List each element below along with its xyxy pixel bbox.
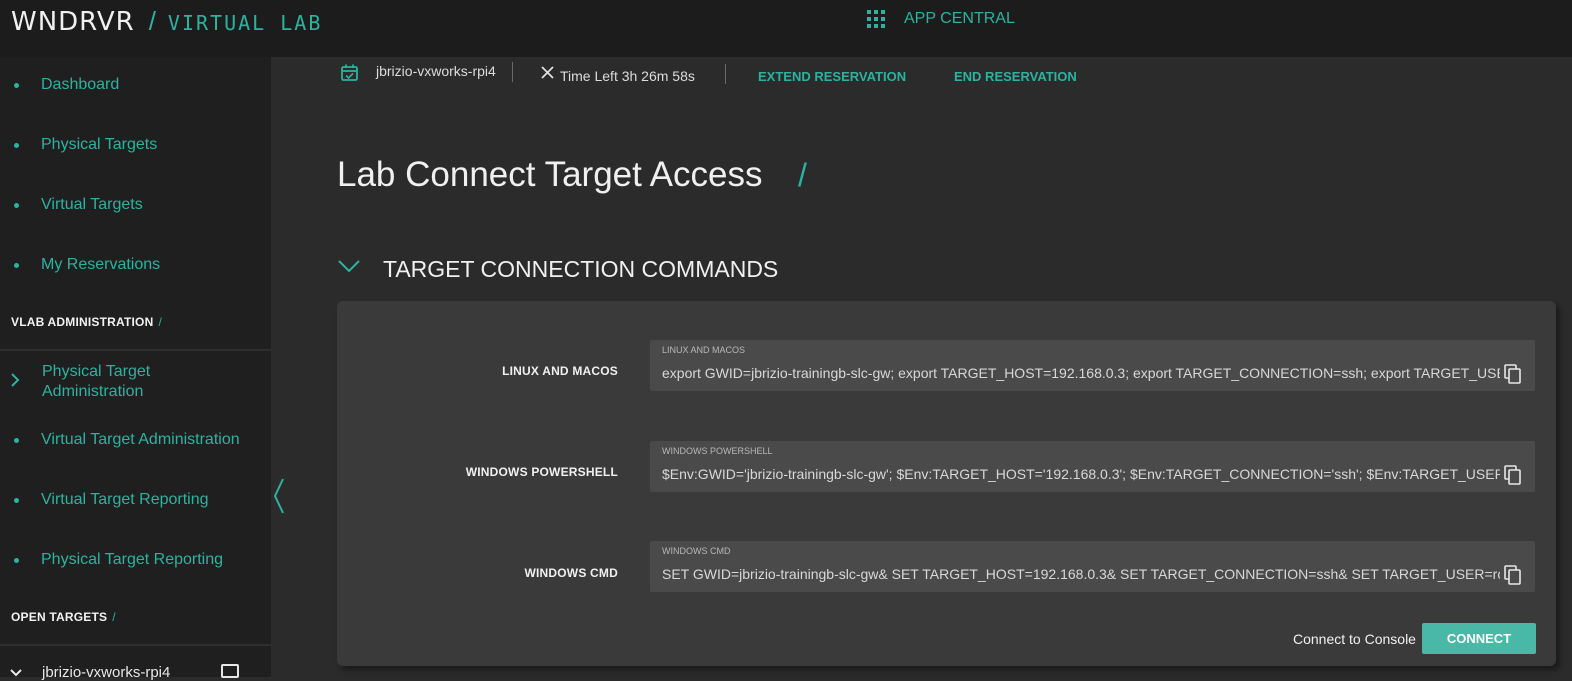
command-field-caption: WINDOWS CMD: [662, 546, 731, 556]
sidebar-item-dashboard[interactable]: Dashboard: [0, 65, 271, 105]
bullet-icon: [14, 437, 19, 443]
page-title-slash: /: [798, 157, 807, 193]
section-header-vlab-administration: VLAB ADMINISTRATION /: [11, 315, 162, 329]
brand-subtitle: VIRTUAL LAB: [167, 11, 323, 35]
sidebar-item-label: Virtual Target Administration: [41, 431, 240, 448]
command-field-caption: WINDOWS POWERSHELL: [662, 446, 773, 456]
sidebar-item-physical-target-administration[interactable]: Physical Target Administration: [0, 358, 271, 404]
brand-logo: WNDRVR: [11, 7, 135, 37]
time-left-text: Time Left 3h 26m 58s: [560, 68, 695, 84]
sidebar-item-label: Dashboard: [41, 76, 120, 93]
sidebar-item-virtual-targets[interactable]: Virtual Targets: [0, 185, 271, 225]
linux-macos-command-field[interactable]: LINUX AND MACOS export GWID=jbrizio-trai…: [650, 340, 1535, 391]
open-target-item[interactable]: jbrizio-vxworks-rpi4: [10, 664, 170, 681]
reservation-name: jbrizio-vxworks-rpi4: [376, 63, 496, 79]
copy-icon[interactable]: [1504, 565, 1522, 585]
bullet-icon: [14, 497, 19, 503]
section-header-label: VLAB ADMINISTRATION: [11, 315, 154, 329]
calendar-check-icon: [341, 64, 358, 81]
sidebar-item-label: Physical Targets: [41, 136, 158, 153]
open-target-label: jbrizio-vxworks-rpi4: [42, 664, 171, 681]
sidebar-item-label: Virtual Targets: [41, 196, 143, 213]
connect-button[interactable]: CONNECT: [1422, 623, 1536, 654]
sidebar-item-label: My Reservations: [41, 256, 161, 273]
sidebar-item-physical-targets[interactable]: Physical Targets: [0, 125, 271, 165]
extend-reservation-button[interactable]: EXTEND RESERVATION: [758, 69, 906, 84]
bullet-icon: [14, 82, 19, 88]
sidebar-divider: [0, 644, 271, 646]
bullet-icon: [14, 202, 19, 208]
bullet-icon: [14, 142, 19, 148]
section-header-slash: /: [112, 610, 116, 624]
sidebar-item-label: Physical Target Reporting: [41, 551, 224, 568]
windows-cmd-command-field[interactable]: WINDOWS CMD SET GWID=jbrizio-trainingb-s…: [650, 541, 1535, 592]
sidebar-item-my-reservations[interactable]: My Reservations: [0, 245, 271, 285]
close-icon[interactable]: [541, 66, 554, 79]
chevron-down-icon: [10, 668, 22, 676]
page-title: Lab Connect Target Access: [337, 155, 763, 194]
brand-separator: /: [148, 6, 156, 36]
sidebar: Dashboard Physical Targets Virtual Targe…: [0, 57, 271, 677]
chevron-right-icon: [11, 373, 20, 387]
section-header-label: OPEN TARGETS: [11, 610, 108, 624]
chevron-down-icon[interactable]: [338, 259, 360, 273]
sidebar-item-label: Virtual Target Reporting: [41, 491, 209, 508]
sidebar-item-label: Physical Target Administration: [42, 363, 151, 400]
copy-icon[interactable]: [1504, 364, 1522, 384]
sidebar-item-physical-target-reporting[interactable]: Physical Target Reporting: [0, 540, 271, 580]
command-text[interactable]: SET GWID=jbrizio-trainingb-slc-gw& SET T…: [662, 566, 1500, 582]
top-bar: WNDRVR / VIRTUAL LAB APP CENTRAL: [0, 0, 1572, 57]
app-central-label: APP CENTRAL: [904, 10, 1015, 27]
sidebar-item-virtual-target-administration[interactable]: Virtual Target Administration: [0, 420, 271, 460]
brand[interactable]: WNDRVR / VIRTUAL LAB: [11, 6, 322, 38]
command-row-label: WINDOWS POWERSHELL: [465, 465, 618, 479]
windows-powershell-command-field[interactable]: WINDOWS POWERSHELL $Env:GWID='jbrizio-tr…: [650, 441, 1535, 492]
command-text[interactable]: export GWID=jbrizio-trainingb-slc-gw; ex…: [662, 365, 1500, 381]
end-reservation-button[interactable]: END RESERVATION: [954, 69, 1077, 84]
section-title: TARGET CONNECTION COMMANDS: [383, 256, 779, 282]
command-row-label: WINDOWS CMD: [524, 566, 618, 580]
copy-icon[interactable]: [1504, 465, 1522, 485]
calendar-icon[interactable]: [221, 664, 239, 678]
section-header-open-targets: OPEN TARGETS /: [11, 610, 116, 624]
divider: [725, 64, 726, 84]
bullet-icon: [14, 557, 19, 563]
connection-commands-card: LINUX AND MACOS LINUX AND MACOS export G…: [337, 301, 1556, 666]
connect-to-console-label: Connect to Console: [1293, 631, 1416, 647]
command-field-caption: LINUX AND MACOS: [662, 345, 746, 355]
sidebar-item-virtual-target-reporting[interactable]: Virtual Target Reporting: [0, 480, 271, 520]
command-row-label: LINUX AND MACOS: [502, 364, 618, 378]
sidebar-divider: [0, 349, 271, 351]
section-header-slash: /: [158, 315, 163, 329]
collapse-sidebar-icon[interactable]: [272, 478, 286, 514]
command-text[interactable]: $Env:GWID='jbrizio-trainingb-slc-gw'; $E…: [662, 466, 1500, 482]
divider: [512, 62, 513, 82]
bullet-icon: [14, 262, 19, 268]
app-central-button[interactable]: APP CENTRAL: [867, 10, 1015, 28]
apps-grid-icon: [867, 10, 885, 28]
